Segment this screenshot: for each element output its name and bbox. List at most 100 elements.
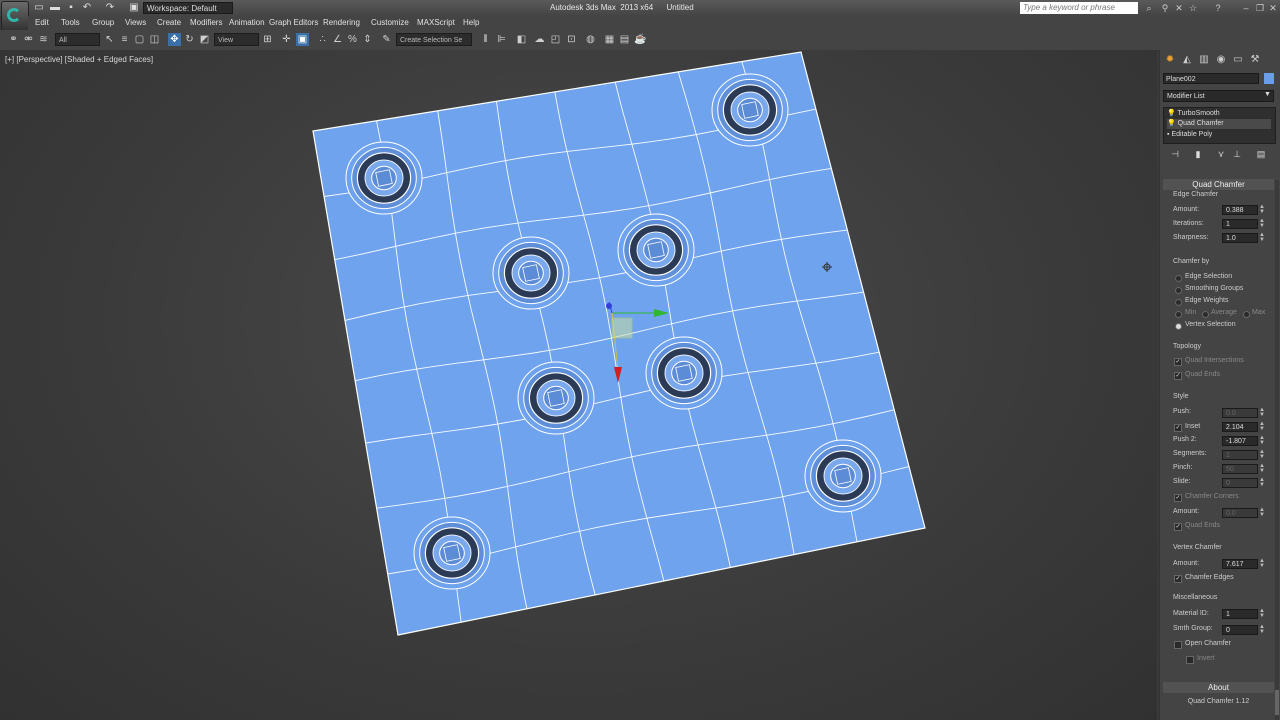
select-object-icon[interactable]: ↖ bbox=[103, 33, 116, 46]
smth-group-spinner[interactable]: 0 bbox=[1222, 625, 1258, 635]
menu-maxscript[interactable]: MAXScript bbox=[417, 17, 455, 29]
chamfer-edges-label[interactable]: Chamfer Edges bbox=[1185, 574, 1234, 581]
spinner-arrows-icon[interactable]: ▲ ▼ bbox=[1259, 407, 1265, 418]
menu-graph-editors[interactable]: Graph Editors bbox=[269, 17, 318, 29]
angle-snap-icon[interactable]: ∠ bbox=[331, 33, 344, 46]
panel-scrollbar[interactable] bbox=[1275, 180, 1279, 720]
radio-weight-min[interactable] bbox=[1175, 311, 1182, 318]
reference-coordinate-dropdown[interactable]: View bbox=[214, 33, 259, 46]
weight-max-label[interactable]: Max bbox=[1252, 309, 1265, 316]
percent-snap-icon[interactable]: % bbox=[346, 33, 359, 46]
menu-views[interactable]: Views bbox=[125, 17, 146, 29]
spinner-arrows-icon[interactable]: ▲ ▼ bbox=[1259, 507, 1265, 518]
viewport-label[interactable]: [+] [Perspective] [Shaded + Edged Faces] bbox=[5, 55, 153, 64]
bind-space-warp-icon[interactable]: ≋ bbox=[37, 33, 50, 46]
menu-customize[interactable]: Customize bbox=[371, 17, 409, 29]
spinner-arrows-icon[interactable]: ▲ ▼ bbox=[1259, 435, 1265, 446]
display-tab-icon[interactable]: ▭ bbox=[1231, 53, 1245, 67]
stack-item-quad-chamfer[interactable]: 💡 Quad Chamfer bbox=[1167, 119, 1271, 129]
vertex-amount-spinner[interactable]: 7.617 bbox=[1222, 559, 1258, 569]
minimize-icon[interactable]: – bbox=[1240, 2, 1252, 14]
panel-scrollbar-thumb[interactable] bbox=[1275, 690, 1279, 715]
configure-modifier-sets-icon[interactable]: ▤ bbox=[1255, 149, 1267, 160]
push2-spinner[interactable]: -1.807 bbox=[1222, 436, 1258, 446]
pin-stack-icon[interactable]: ⊣ bbox=[1169, 149, 1181, 160]
menu-edit[interactable]: Edit bbox=[35, 17, 49, 29]
quad-chamfer-rollout-title[interactable]: Quad Chamfer bbox=[1163, 179, 1274, 190]
light-bulb-icon[interactable]: 💡 bbox=[1167, 110, 1176, 117]
plane-mesh[interactable] bbox=[313, 52, 925, 635]
menu-animation[interactable]: Animation bbox=[229, 17, 265, 29]
radio-smoothing-groups[interactable] bbox=[1175, 287, 1182, 294]
rect-selection-icon[interactable]: ▢ bbox=[133, 33, 146, 46]
open-chamfer-label[interactable]: Open Chamfer bbox=[1185, 640, 1231, 647]
app-logo-icon[interactable] bbox=[1, 1, 29, 31]
move-icon[interactable]: ✥ bbox=[168, 33, 181, 46]
menu-group[interactable]: Group bbox=[92, 17, 114, 29]
help-icon[interactable]: ? bbox=[1212, 2, 1224, 14]
sharpness-spinner[interactable]: 1.0 bbox=[1222, 233, 1258, 243]
chevron-down-icon[interactable]: ▼ bbox=[1264, 91, 1271, 98]
invert-checkbox[interactable] bbox=[1186, 656, 1194, 664]
topology-quad-ends-label[interactable]: Quad Ends bbox=[1185, 371, 1220, 378]
new-file-icon[interactable]: ▭ bbox=[34, 2, 44, 13]
edit-named-selection-icon[interactable]: ✎ bbox=[380, 33, 393, 46]
gizmo-z-handle[interactable] bbox=[606, 303, 612, 309]
object-color-swatch[interactable] bbox=[1264, 73, 1274, 84]
menu-modifiers[interactable]: Modifiers bbox=[190, 17, 222, 29]
communication-icon[interactable]: ✕ bbox=[1173, 2, 1185, 14]
motion-tab-icon[interactable]: ◉ bbox=[1214, 53, 1228, 67]
remove-modifier-icon[interactable]: ⊥ bbox=[1231, 149, 1243, 160]
inset-spinner[interactable]: 2.104 bbox=[1222, 422, 1258, 432]
style-amount-spinner[interactable]: 0.0 bbox=[1222, 508, 1258, 518]
pinch-spinner[interactable]: 50 bbox=[1222, 464, 1258, 474]
vertex-selection-label[interactable]: Vertex Selection bbox=[1185, 321, 1236, 328]
spinner-arrows-icon[interactable]: ▲ ▼ bbox=[1259, 232, 1265, 243]
inset-checkbox[interactable]: ✓ bbox=[1174, 424, 1182, 432]
spinner-snap-icon[interactable]: ⇕ bbox=[361, 33, 374, 46]
spinner-arrows-icon[interactable]: ▲ ▼ bbox=[1259, 608, 1265, 619]
menu-help[interactable]: Help bbox=[463, 17, 479, 29]
schematic-view-icon[interactable]: ⊡ bbox=[565, 33, 578, 46]
weight-average-label[interactable]: Average bbox=[1211, 309, 1237, 316]
spinner-arrows-icon[interactable]: ▲ ▼ bbox=[1259, 558, 1265, 569]
redo-icon[interactable]: ↷ bbox=[105, 2, 115, 13]
unlink-icon[interactable]: ⚮ bbox=[22, 33, 35, 46]
invert-label[interactable]: Invert bbox=[1197, 655, 1215, 662]
search-icon[interactable]: ⌕ bbox=[1143, 2, 1155, 14]
object-name-field[interactable]: Plane002 bbox=[1163, 73, 1259, 84]
hierarchy-tab-icon[interactable]: ▥ bbox=[1197, 53, 1211, 67]
edge-weights-label[interactable]: Edge Weights bbox=[1185, 297, 1228, 304]
save-icon[interactable]: ▪ bbox=[66, 2, 76, 13]
rotate-icon[interactable]: ↻ bbox=[183, 33, 196, 46]
radio-weight-max[interactable] bbox=[1243, 311, 1250, 318]
viewport-scene[interactable] bbox=[0, 50, 1157, 720]
menu-rendering[interactable]: Rendering bbox=[323, 17, 360, 29]
workspace-dropdown[interactable]: Workspace: Default bbox=[143, 2, 233, 14]
gizmo-plane-handle[interactable] bbox=[611, 317, 633, 339]
keyword-search-input[interactable]: Type a keyword or phrase bbox=[1020, 2, 1138, 14]
undo-icon[interactable]: ↶ bbox=[82, 2, 92, 13]
graphite-toolbar-icon[interactable]: ☁ bbox=[533, 33, 546, 46]
radio-edge-selection[interactable] bbox=[1175, 275, 1182, 282]
spinner-arrows-icon[interactable]: ▲ ▼ bbox=[1259, 204, 1265, 215]
favorites-star-icon[interactable]: ☆ bbox=[1187, 2, 1199, 14]
material-id-spinner[interactable]: 1 bbox=[1222, 609, 1258, 619]
topology-quad-ends-checkbox[interactable]: ✓ bbox=[1174, 372, 1182, 380]
spinner-arrows-icon[interactable]: ▲ ▼ bbox=[1259, 477, 1265, 488]
push-spinner[interactable]: 0.0 bbox=[1222, 408, 1258, 418]
weight-min-label[interactable]: Min bbox=[1185, 309, 1196, 316]
spinner-arrows-icon[interactable]: ▲ ▼ bbox=[1259, 218, 1265, 229]
smoothing-groups-label[interactable]: Smoothing Groups bbox=[1185, 285, 1243, 292]
modify-tab-icon[interactable]: ◭ bbox=[1180, 53, 1194, 67]
show-end-result-icon[interactable]: ▮ bbox=[1192, 149, 1204, 160]
selection-filter-dropdown[interactable]: All bbox=[55, 33, 100, 46]
style-quad-ends-checkbox[interactable]: ✓ bbox=[1174, 523, 1182, 531]
utilities-tab-icon[interactable]: ⚒ bbox=[1248, 53, 1262, 67]
select-by-name-icon[interactable]: ≡ bbox=[118, 33, 131, 46]
open-file-icon[interactable]: ▬ bbox=[50, 2, 60, 13]
keyboard-shortcut-override-icon[interactable]: ▣ bbox=[296, 33, 309, 46]
window-crossing-icon[interactable]: ◫ bbox=[148, 33, 161, 46]
slide-spinner[interactable]: 0 bbox=[1222, 478, 1258, 488]
quad-intersections-checkbox[interactable]: ✓ bbox=[1174, 358, 1182, 366]
